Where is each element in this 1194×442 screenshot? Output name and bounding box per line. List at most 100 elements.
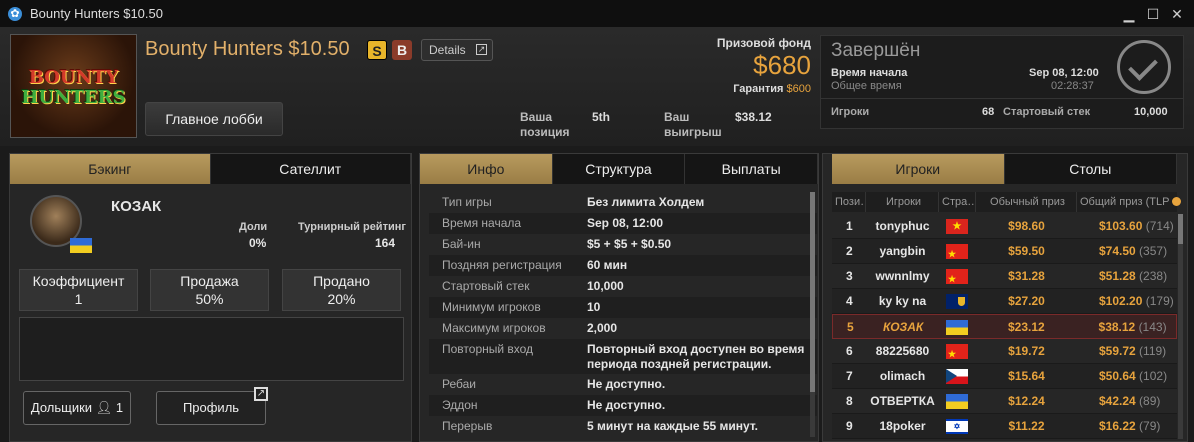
info-row: Тип игры Без лимита Холдем — [429, 192, 817, 213]
col-prize[interactable]: Обычный приз — [976, 192, 1077, 212]
info-row: Ребаи Не доступно. — [429, 374, 817, 395]
external-link-icon: ↗ — [476, 44, 487, 55]
position-value: 5th — [592, 110, 610, 124]
info-value: 5 минут на каждые 55 минут. — [587, 419, 759, 433]
completed-check-icon — [1117, 40, 1171, 94]
tab-tables[interactable]: Столы — [1004, 154, 1177, 184]
table-row[interactable]: 1 tonyphuc ★ $98.60 $103.60 (714) — [832, 214, 1177, 239]
info-key: Ребаи — [442, 377, 476, 391]
details-button[interactable]: Details ↗ — [421, 39, 493, 61]
table-row-selected[interactable]: 5 КОЗАК $23.12 $38.12 (143) — [832, 314, 1177, 339]
col-players[interactable]: Игроки — [866, 192, 939, 212]
logo-line-2: HUNTERS — [21, 87, 126, 108]
tab-structure[interactable]: Структура — [552, 154, 686, 184]
close-button[interactable]: ✕ — [1166, 4, 1188, 24]
row-prize: $12.24 — [1008, 394, 1045, 408]
maximize-button[interactable]: ☐ — [1142, 4, 1164, 24]
tab-backing[interactable]: Бэкинг — [10, 154, 211, 184]
table-row[interactable]: 7 olimach $15.64 $50.64 (102) — [832, 364, 1177, 389]
ukraine-flag-icon — [946, 394, 968, 409]
table-row[interactable]: 4 ky ky na $27.20 $102.20 (179) — [832, 289, 1177, 314]
info-key: Минимум игроков — [442, 300, 541, 314]
row-total: $42.24 — [1099, 394, 1136, 408]
row-name: КОЗАК — [882, 320, 924, 334]
coefficient-box: Коэффициент 1 — [19, 269, 138, 311]
info-key: Повторный вход — [442, 342, 534, 356]
main-lobby-button[interactable]: Главное лобби — [145, 102, 283, 136]
player-name: КОЗАК — [111, 198, 162, 215]
tab-info[interactable]: Инфо — [420, 154, 553, 184]
profile-button[interactable]: Профиль — [156, 391, 266, 425]
row-pos: 3 — [846, 269, 853, 283]
scrollbar-thumb[interactable] — [810, 192, 815, 392]
status-box: Завершён Время начала Sep 08, 12:00 Обще… — [820, 35, 1184, 129]
tab-players[interactable]: Игроки — [832, 154, 1005, 184]
row-prize: $59.50 — [1008, 244, 1045, 258]
coefficient-value: 1 — [74, 291, 83, 307]
china-flag-icon — [946, 242, 968, 266]
person-icon: 👤︎ — [95, 400, 113, 415]
backers-count: 1 — [115, 400, 124, 415]
info-key: Эддон — [442, 398, 478, 412]
players-tabs: Игроки Столы — [832, 154, 1177, 184]
backers-button[interactable]: Дольщики 👤︎ 1 — [23, 391, 131, 425]
players-scrollbar[interactable] — [1178, 214, 1183, 439]
players-panel: Игроки Столы Пози… Игроки Стра… Обычный … — [822, 153, 1188, 442]
col-total-prize[interactable]: Общий приз (TLP — [1077, 192, 1177, 212]
col-country[interactable]: Стра… — [939, 192, 976, 212]
info-row: Стартовый стек 10,000 — [429, 276, 817, 297]
info-table: Тип игры Без лимита Холдем Время начала Se… — [429, 192, 817, 442]
info-value: Не доступно. — [587, 398, 666, 412]
info-row: Перерыв 5 минут на каждые 55 минут. — [429, 416, 817, 437]
row-prize: $23.12 — [1007, 320, 1045, 334]
row-pos: 1 — [846, 219, 853, 233]
shares-value: 0% — [249, 236, 267, 250]
ukraine-flag-icon — [70, 238, 92, 253]
prize-pool-value: $680 — [753, 50, 811, 80]
table-row[interactable]: 2 yangbin $59.50 $74.50 (357) — [832, 239, 1177, 266]
sale-value: 50% — [195, 291, 224, 307]
info-value: 10 — [587, 300, 601, 314]
china-flag-icon — [946, 267, 968, 291]
row-prize: $15.64 — [1008, 369, 1045, 383]
row-name: yangbin — [879, 244, 926, 258]
info-value: 2,000 — [587, 321, 618, 335]
info-row: Повторный вход Повторный вход доступен во… — [429, 339, 817, 374]
table-row[interactable]: 8 ОТВЕРТКА $12.24 $42.24 (89) — [832, 389, 1177, 414]
info-panel: Инфо Структура Выплаты Тип игры Без лимит… — [419, 153, 819, 442]
row-tlp: (79) — [1139, 419, 1161, 433]
row-total: $16.22 — [1099, 419, 1136, 433]
tab-satellite[interactable]: Сателлит — [210, 154, 411, 184]
table-row[interactable]: 3 wwnnlmy $31.28 $51.28 (238) — [832, 264, 1177, 291]
row-flag: ✡ — [939, 414, 976, 438]
logo-line-1: BOUNTY — [28, 67, 119, 88]
row-tlp: (143) — [1138, 320, 1167, 334]
row-name: 88225680 — [875, 344, 930, 358]
info-scrollbar[interactable] — [810, 192, 815, 437]
row-flag — [939, 389, 976, 413]
winnings-value: $38.12 — [735, 110, 772, 124]
minimize-button[interactable]: ▁ — [1118, 4, 1140, 24]
info-key: Поздняя регистрация — [442, 258, 562, 272]
row-total: $74.50 — [1099, 244, 1136, 258]
tournament-name: Bounty Hunters $10.50 — [145, 38, 350, 60]
sale-box: Продажа 50% — [150, 269, 269, 311]
scrollbar-thumb[interactable] — [1178, 214, 1183, 244]
tab-payouts[interactable]: Выплаты — [685, 154, 819, 184]
row-pos: 2 — [846, 244, 853, 258]
info-key: Стартовый стек — [442, 279, 530, 293]
winnings-label-1: Ваш — [664, 110, 690, 124]
sale-label: Продажа — [180, 273, 239, 289]
table-row[interactable]: 6 88225680 $19.72 $59.72 (119) — [832, 339, 1177, 366]
row-prize: $31.28 — [1008, 269, 1045, 283]
table-row[interactable]: 9 18poker ✡ $11.22 $16.22 (79) — [832, 414, 1177, 439]
row-total: $38.12 — [1098, 320, 1136, 334]
players-label: Игроки — [831, 106, 870, 118]
col-position[interactable]: Пози… — [832, 192, 866, 212]
row-pos: 8 — [846, 394, 853, 408]
row-pos: 6 — [846, 344, 853, 358]
guarantee-value: $600 — [786, 83, 811, 95]
window-title: Bounty Hunters $10.50 — [30, 6, 163, 21]
row-flag — [939, 239, 976, 266]
info-value: Sep 08, 12:00 — [587, 216, 664, 230]
